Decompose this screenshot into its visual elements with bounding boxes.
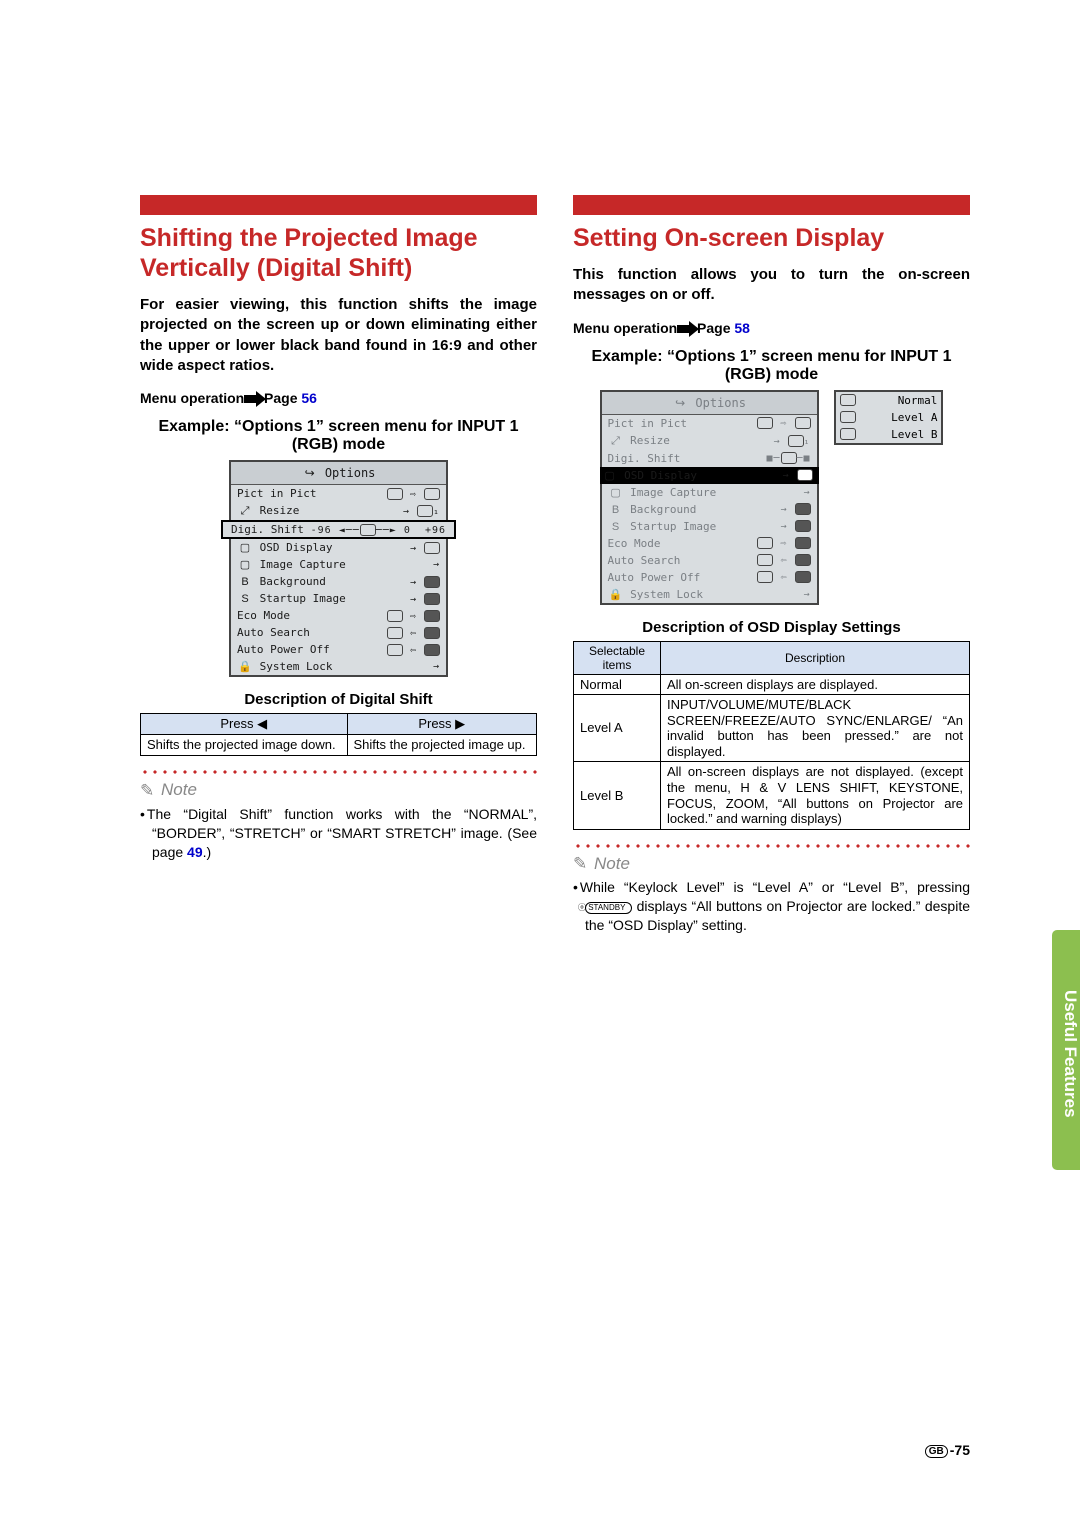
callout-item: Normal bbox=[898, 394, 938, 407]
example-heading-right: Example: “Options 1” screen menu for INP… bbox=[573, 348, 970, 384]
osd-row-sel: Level B bbox=[574, 762, 661, 829]
options-menu-right: ↪ Options Pict in Pict ⇨ ⤢ Resize→ ₁ Dig… bbox=[600, 390, 819, 605]
menu-op-page-label: Page bbox=[264, 390, 297, 406]
note-divider-dots bbox=[140, 770, 537, 774]
page-num-value: -75 bbox=[950, 1442, 970, 1458]
page-link-49[interactable]: 49 bbox=[187, 844, 203, 860]
pencil-icon: ✎ bbox=[573, 854, 587, 874]
pencil-icon: ✎ bbox=[140, 781, 154, 801]
menu-operation-ref: Menu operation Page 56 bbox=[140, 390, 537, 406]
osd-row-desc: INPUT/VOLUME/MUTE/BLACK SCREEN/FREEZE/AU… bbox=[661, 695, 970, 762]
menu-item: Eco Mode bbox=[608, 537, 661, 550]
shift-table-head-left: Press ◀ bbox=[141, 714, 348, 735]
digi-shift-row-selected: Digi. Shift -96 ◄────► 0 +96 bbox=[221, 520, 456, 539]
callout-item: Level A bbox=[891, 411, 937, 424]
page-link-56[interactable]: 56 bbox=[301, 390, 317, 406]
menu-item: OSD Display bbox=[624, 469, 697, 482]
shift-min: -96 bbox=[311, 525, 332, 536]
menu-item: Image Capture bbox=[630, 486, 716, 499]
digital-shift-desc-heading: Description of Digital Shift bbox=[140, 691, 537, 708]
page-link-58[interactable]: 58 bbox=[734, 320, 750, 336]
menu-op-label: Menu operation bbox=[140, 390, 244, 406]
page-number: GB-75 bbox=[925, 1442, 970, 1458]
shift-max: +96 bbox=[425, 525, 446, 536]
osd-options-callout: Normal Level A Level B bbox=[834, 390, 943, 445]
menu-item: Eco Mode bbox=[237, 609, 290, 622]
osd-row-desc: All on-screen displays are displayed. bbox=[661, 674, 970, 695]
digital-shift-table: Press ◀ Press ▶ Shifts the projected ima… bbox=[140, 713, 537, 756]
menu-op-page-label: Page bbox=[697, 320, 730, 336]
shift-table-cell-right: Shifts the projected image up. bbox=[347, 735, 537, 756]
standby-button-icon: ⓞ STANDBY bbox=[585, 902, 632, 914]
osd-table-head-desc: Description bbox=[661, 641, 970, 674]
osd-desc-heading: Description of OSD Display Settings bbox=[573, 619, 970, 636]
osd-row-desc: All on-screen displays are not displayed… bbox=[661, 762, 970, 829]
menu-item: Startup Image bbox=[260, 592, 346, 605]
menu-header: Options bbox=[695, 396, 746, 410]
side-tab-useful-features: Useful Features bbox=[1052, 930, 1080, 1170]
note-body-left: •The “Digital Shift” function works with… bbox=[140, 805, 537, 862]
osd-row-sel: Level A bbox=[574, 695, 661, 762]
menu-item: Resize bbox=[260, 504, 300, 517]
shift-val: 0 bbox=[404, 525, 411, 536]
osd-table-head-sel: Selectable items bbox=[574, 641, 661, 674]
radio-icon bbox=[840, 394, 856, 406]
page-num-prefix: GB bbox=[925, 1445, 948, 1458]
menu-item: Auto Power Off bbox=[608, 571, 701, 584]
options-menu-left: ↪ Options Pict in Pict ⇨ ⤢ Resize→ ₁ Dig… bbox=[229, 460, 448, 677]
menu-item: Background bbox=[630, 503, 696, 516]
note-divider-dots bbox=[573, 844, 970, 848]
section-title-osd: Setting On-screen Display bbox=[573, 223, 970, 253]
radio-icon bbox=[840, 411, 856, 423]
note-label: ✎ Note bbox=[573, 854, 970, 875]
menu-op-label: Menu operation bbox=[573, 320, 677, 336]
note-label: ✎ Note bbox=[140, 780, 537, 801]
menu-item: Pict in Pict bbox=[608, 417, 687, 430]
menu-header: Options bbox=[325, 466, 376, 480]
radio-icon bbox=[840, 428, 856, 440]
menu-item: Auto Search bbox=[237, 626, 310, 639]
shift-table-cell-left: Shifts the projected image down. bbox=[141, 735, 348, 756]
menu-item: Pict in Pict bbox=[237, 487, 316, 500]
osd-row-sel: Normal bbox=[574, 674, 661, 695]
section-divider-bar bbox=[140, 195, 537, 215]
menu-item: System Lock bbox=[630, 588, 703, 601]
menu-item: Startup Image bbox=[630, 520, 716, 533]
menu-item: OSD Display bbox=[260, 541, 333, 554]
menu-item: Auto Power Off bbox=[237, 643, 330, 656]
menu-item: Digi. Shift bbox=[608, 452, 681, 465]
osd-settings-table: Selectable items Description Normal All … bbox=[573, 641, 970, 830]
digital-shift-intro: For easier viewing, this function shifts… bbox=[140, 295, 537, 376]
menu-item: Background bbox=[260, 575, 326, 588]
menu-item: Resize bbox=[630, 434, 670, 447]
section-divider-bar bbox=[573, 195, 970, 215]
menu-operation-ref-right: Menu operation Page 58 bbox=[573, 320, 970, 336]
menu-item: Image Capture bbox=[260, 558, 346, 571]
section-title-digital-shift: Shifting the Projected Image Vertically … bbox=[140, 223, 537, 283]
callout-item: Level B bbox=[891, 428, 937, 441]
example-heading-left: Example: “Options 1” screen menu for INP… bbox=[140, 418, 537, 454]
menu-item: Digi. Shift bbox=[231, 523, 304, 536]
menu-item: System Lock bbox=[260, 660, 333, 673]
menu-item: Auto Search bbox=[608, 554, 681, 567]
osd-display-row-selected: ▢ OSD Display→ bbox=[600, 467, 819, 484]
note-body-right: •While “Keylock Level” is “Level A” or “… bbox=[573, 878, 970, 935]
shift-table-head-right: Press ▶ bbox=[347, 714, 537, 735]
osd-intro: This function allows you to turn the on-… bbox=[573, 265, 970, 306]
